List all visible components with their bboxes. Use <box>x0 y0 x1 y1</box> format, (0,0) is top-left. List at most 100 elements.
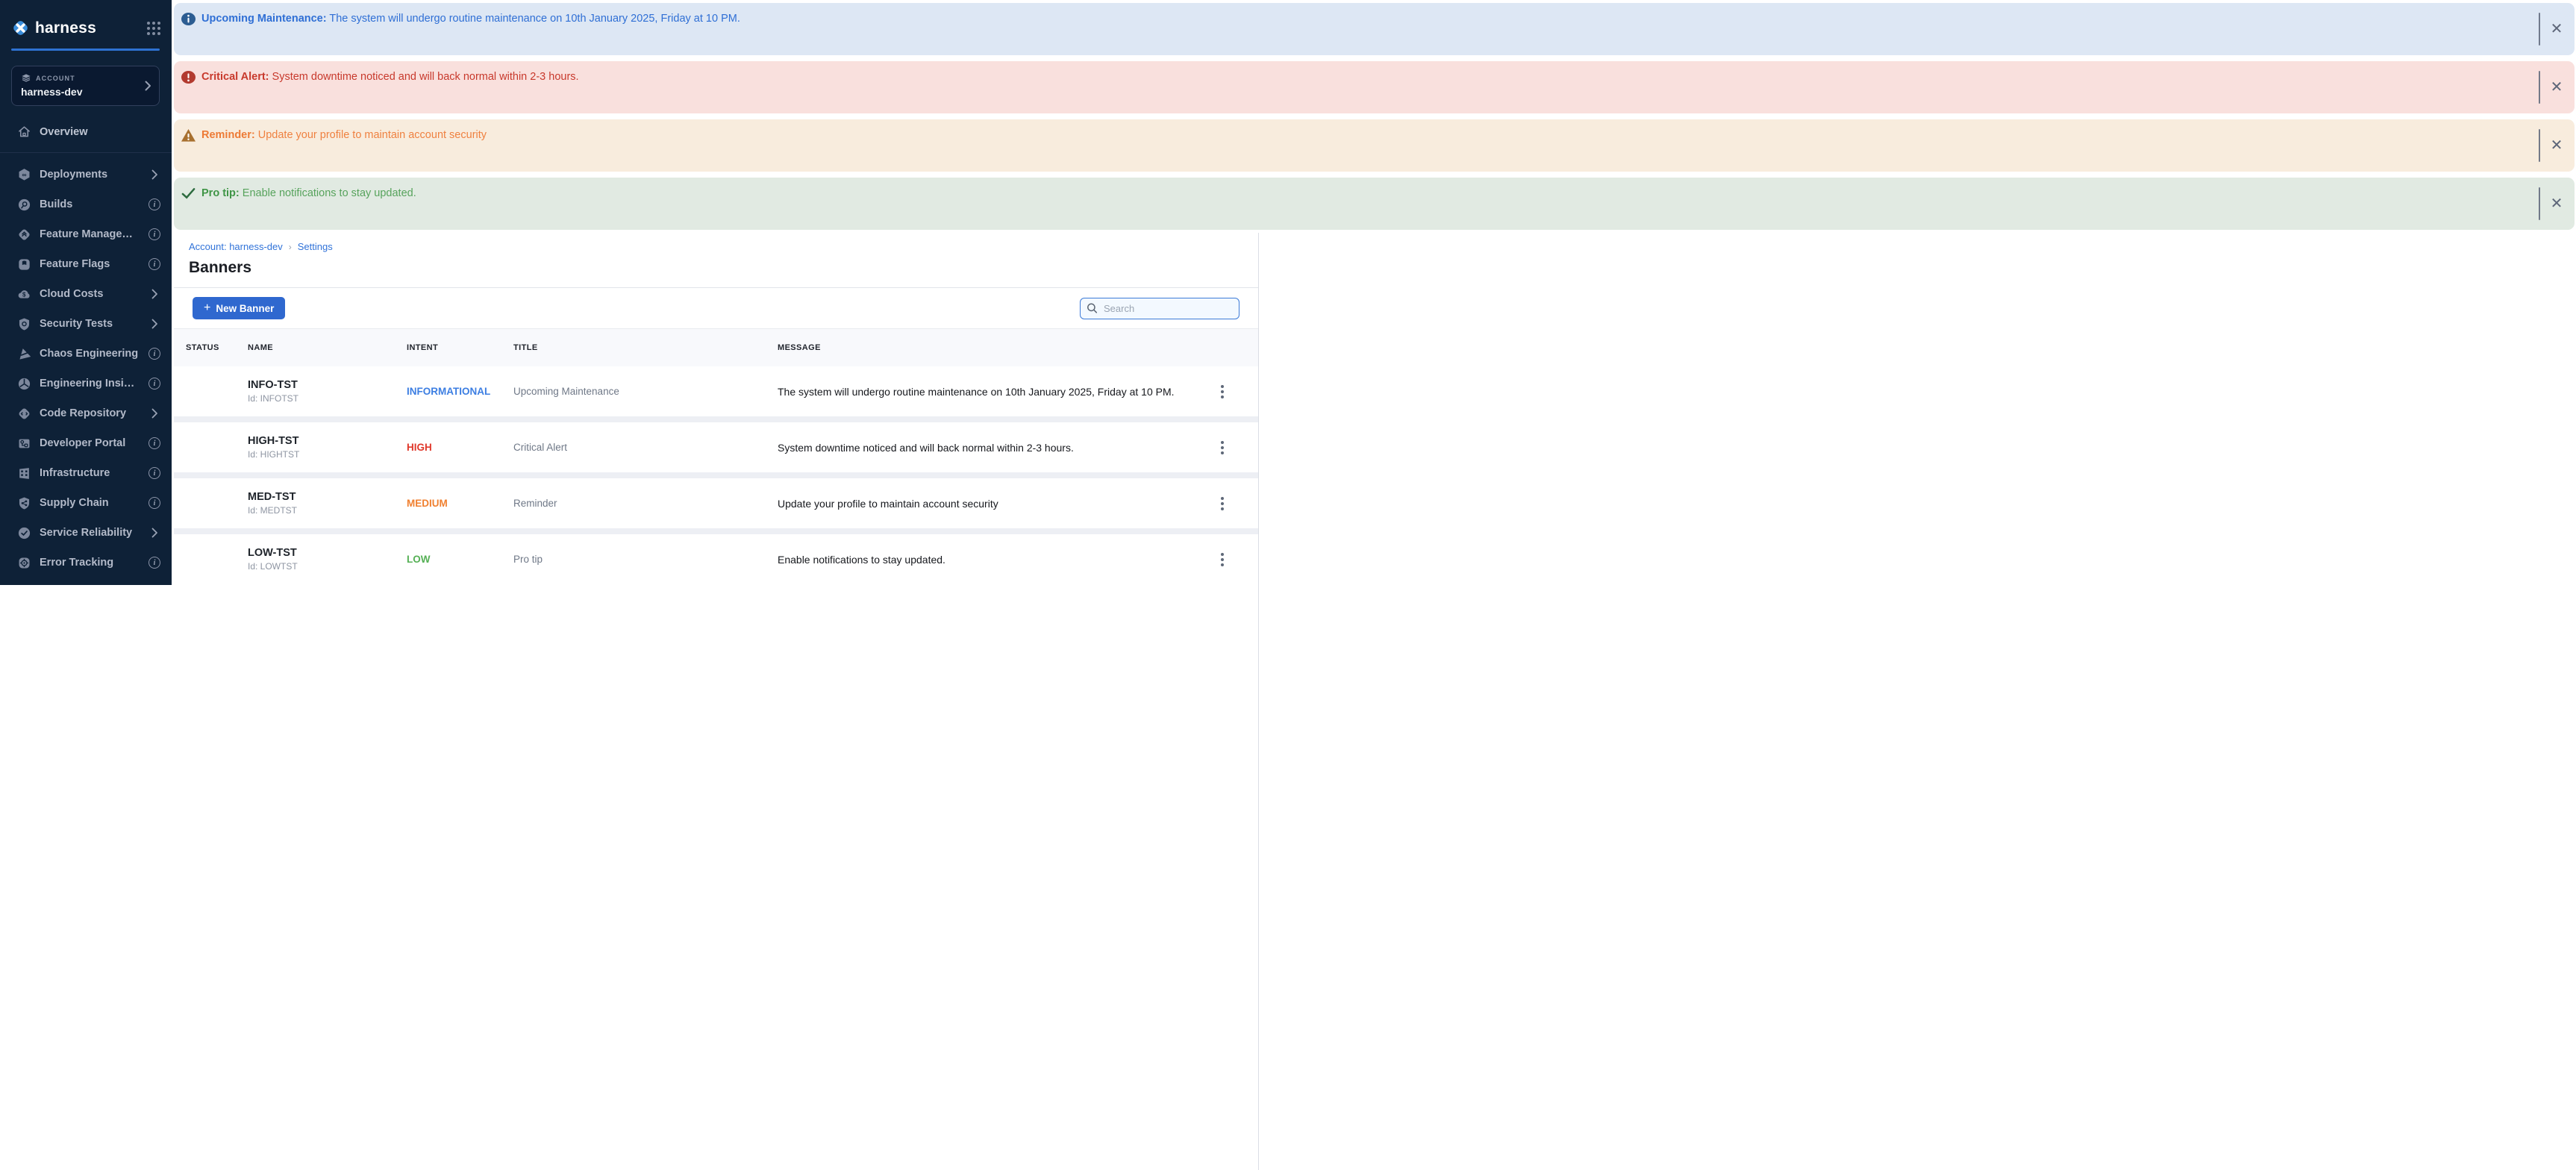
table-row: LOW-TST Id: LOWTST LOW Pro tip Enable no… <box>174 534 1258 584</box>
warning-icon <box>181 128 196 147</box>
row-menu-kebab-icon[interactable] <box>1213 497 1231 510</box>
sidebar-item-chaos-engineering[interactable]: Chaos Engineering i <box>0 339 172 369</box>
info-icon[interactable]: i <box>149 557 160 569</box>
sidebar-item-label: Deployments <box>40 169 143 181</box>
info-icon <box>181 12 196 31</box>
close-icon[interactable]: ✕ <box>2546 77 2567 98</box>
new-banner-button[interactable]: + New Banner <box>193 297 285 319</box>
error-tracking-icon <box>17 556 31 570</box>
sidebar-item-code-repository[interactable]: Code Repository <box>0 398 172 428</box>
close-icon[interactable]: ✕ <box>2546 19 2567 40</box>
sidebar-item-feature-flags[interactable]: Feature Flags i <box>0 249 172 279</box>
harness-logo-icon <box>11 19 30 37</box>
sidebar-item-security-tests[interactable]: Security Tests <box>0 309 172 339</box>
sidebar-item-supply-chain[interactable]: Supply Chain i <box>0 488 172 518</box>
sidebar-item-label: Developer Portal <box>40 437 140 449</box>
account-label: ACCOUNT <box>36 75 75 82</box>
banner-divider <box>2539 13 2540 46</box>
sidebar-item-service-reliability[interactable]: Service Reliability <box>0 518 172 548</box>
table-header: STATUSNAMEINTENTTITLEMESSAGE <box>174 328 1258 366</box>
banner-text: Upcoming Maintenance: The system will un… <box>201 12 740 26</box>
sidebar-item-developer-portal[interactable]: Developer Portal i <box>0 428 172 458</box>
home-icon <box>17 125 31 139</box>
infrastructure-icon <box>17 466 31 481</box>
sidebar: harness ACCOUNT harness-dev Overview <box>0 0 172 585</box>
warning-icon <box>181 128 196 143</box>
svg-text:$: $ <box>22 291 26 298</box>
close-icon[interactable]: ✕ <box>2546 193 2567 214</box>
column-header-name: NAME <box>248 343 407 352</box>
breadcrumb-account-link[interactable]: Account: harness-dev <box>189 241 283 252</box>
chevron-right-icon <box>151 408 158 419</box>
banner-name: HIGH-TST <box>248 435 407 447</box>
info-icon[interactable]: i <box>149 228 160 240</box>
column-header-message: MESSAGE <box>778 343 1213 352</box>
info-icon[interactable]: i <box>149 198 160 210</box>
account-selector[interactable]: ACCOUNT harness-dev <box>11 66 160 106</box>
info-icon <box>181 12 196 26</box>
banner-divider <box>2539 71 2540 104</box>
banner-message: System downtime noticed and will back no… <box>778 442 1213 454</box>
sidebar-item-builds[interactable]: Builds i <box>0 190 172 219</box>
banner-critical: Critical Alert: System downtime noticed … <box>174 61 2575 113</box>
banner-name: MED-TST <box>248 491 407 503</box>
row-menu-kebab-icon[interactable] <box>1213 441 1231 454</box>
banner-message: The system will undergo routine maintena… <box>778 386 1213 398</box>
sidebar-item-deployments[interactable]: ∞ Deployments <box>0 160 172 190</box>
column-header-intent: INTENT <box>407 343 513 352</box>
sidebar-item-overview[interactable]: Overview <box>0 119 172 145</box>
banner-divider <box>2539 129 2540 162</box>
banner-warning: Reminder: Update your profile to maintai… <box>174 119 2575 172</box>
logo-row: harness <box>0 0 172 37</box>
plus-icon: + <box>204 301 210 315</box>
sidebar-item-error-tracking[interactable]: Error Tracking i <box>0 548 172 578</box>
intent-badge: INFORMATIONAL <box>407 386 513 397</box>
banner-text: Pro tip: Enable notifications to stay up… <box>201 187 416 201</box>
engineering-insights-icon <box>17 377 31 391</box>
critical-icon <box>181 70 196 84</box>
info-icon[interactable]: i <box>149 378 160 390</box>
breadcrumb-settings-link[interactable]: Settings <box>298 241 333 252</box>
intent-badge: LOW <box>407 554 513 565</box>
cloud-costs-icon: $ <box>17 287 31 301</box>
banner-id: Id: LOWTST <box>248 561 407 572</box>
info-icon[interactable]: i <box>149 437 160 449</box>
info-icon[interactable]: i <box>149 348 160 360</box>
banner-divider <box>2539 187 2540 220</box>
info-icon[interactable]: i <box>149 467 160 479</box>
sidebar-nav: ∞ Deployments Builds i Feature Managemen… <box>0 160 172 578</box>
search-input[interactable] <box>1080 298 1239 319</box>
sidebar-item-infrastructure[interactable]: Infrastructure i <box>0 458 172 488</box>
close-icon[interactable]: ✕ <box>2546 135 2567 156</box>
chaos-engineering-icon <box>17 347 31 361</box>
sidebar-item-label: Infrastructure <box>40 467 140 479</box>
sidebar-item-feature-management[interactable]: Feature Management i <box>0 219 172 249</box>
sidebar-item-engineering-insights[interactable]: Engineering Insights i <box>0 369 172 398</box>
sidebar-item-cloud-costs[interactable]: $ Cloud Costs <box>0 279 172 309</box>
sidebar-item-label: Code Repository <box>40 407 143 419</box>
banner-message: Update your profile to maintain account … <box>778 498 1213 510</box>
search-icon <box>1087 303 1098 314</box>
apps-grid-icon[interactable] <box>147 22 160 35</box>
code-repository-icon <box>17 407 31 421</box>
table-row: INFO-TST Id: INFOTST INFORMATIONAL Upcom… <box>174 366 1258 416</box>
sidebar-accent-underline <box>11 49 160 51</box>
banner-info: Upcoming Maintenance: The system will un… <box>174 3 2575 55</box>
banner-stack: Upcoming Maintenance: The system will un… <box>174 3 2575 236</box>
feature-flags-icon <box>17 257 31 272</box>
sidebar-item-label: Error Tracking <box>40 557 140 569</box>
breadcrumb-separator: › <box>289 242 292 252</box>
search-box <box>1080 298 1239 319</box>
info-icon[interactable]: i <box>149 258 160 270</box>
banner-title: Pro tip <box>513 554 778 565</box>
table-body: INFO-TST Id: INFOTST INFORMATIONAL Upcom… <box>174 366 1258 584</box>
info-icon[interactable]: i <box>149 497 160 509</box>
table-row: HIGH-TST Id: HIGHTST HIGH Critical Alert… <box>174 422 1258 472</box>
service-reliability-icon <box>17 526 31 540</box>
chevron-right-icon <box>145 81 151 91</box>
row-menu-kebab-icon[interactable] <box>1213 385 1231 398</box>
page-title: Banners <box>174 252 1258 288</box>
banner-title: Upcoming Maintenance <box>513 386 778 397</box>
row-menu-kebab-icon[interactable] <box>1213 553 1231 566</box>
banner-success: Pro tip: Enable notifications to stay up… <box>174 178 2575 230</box>
